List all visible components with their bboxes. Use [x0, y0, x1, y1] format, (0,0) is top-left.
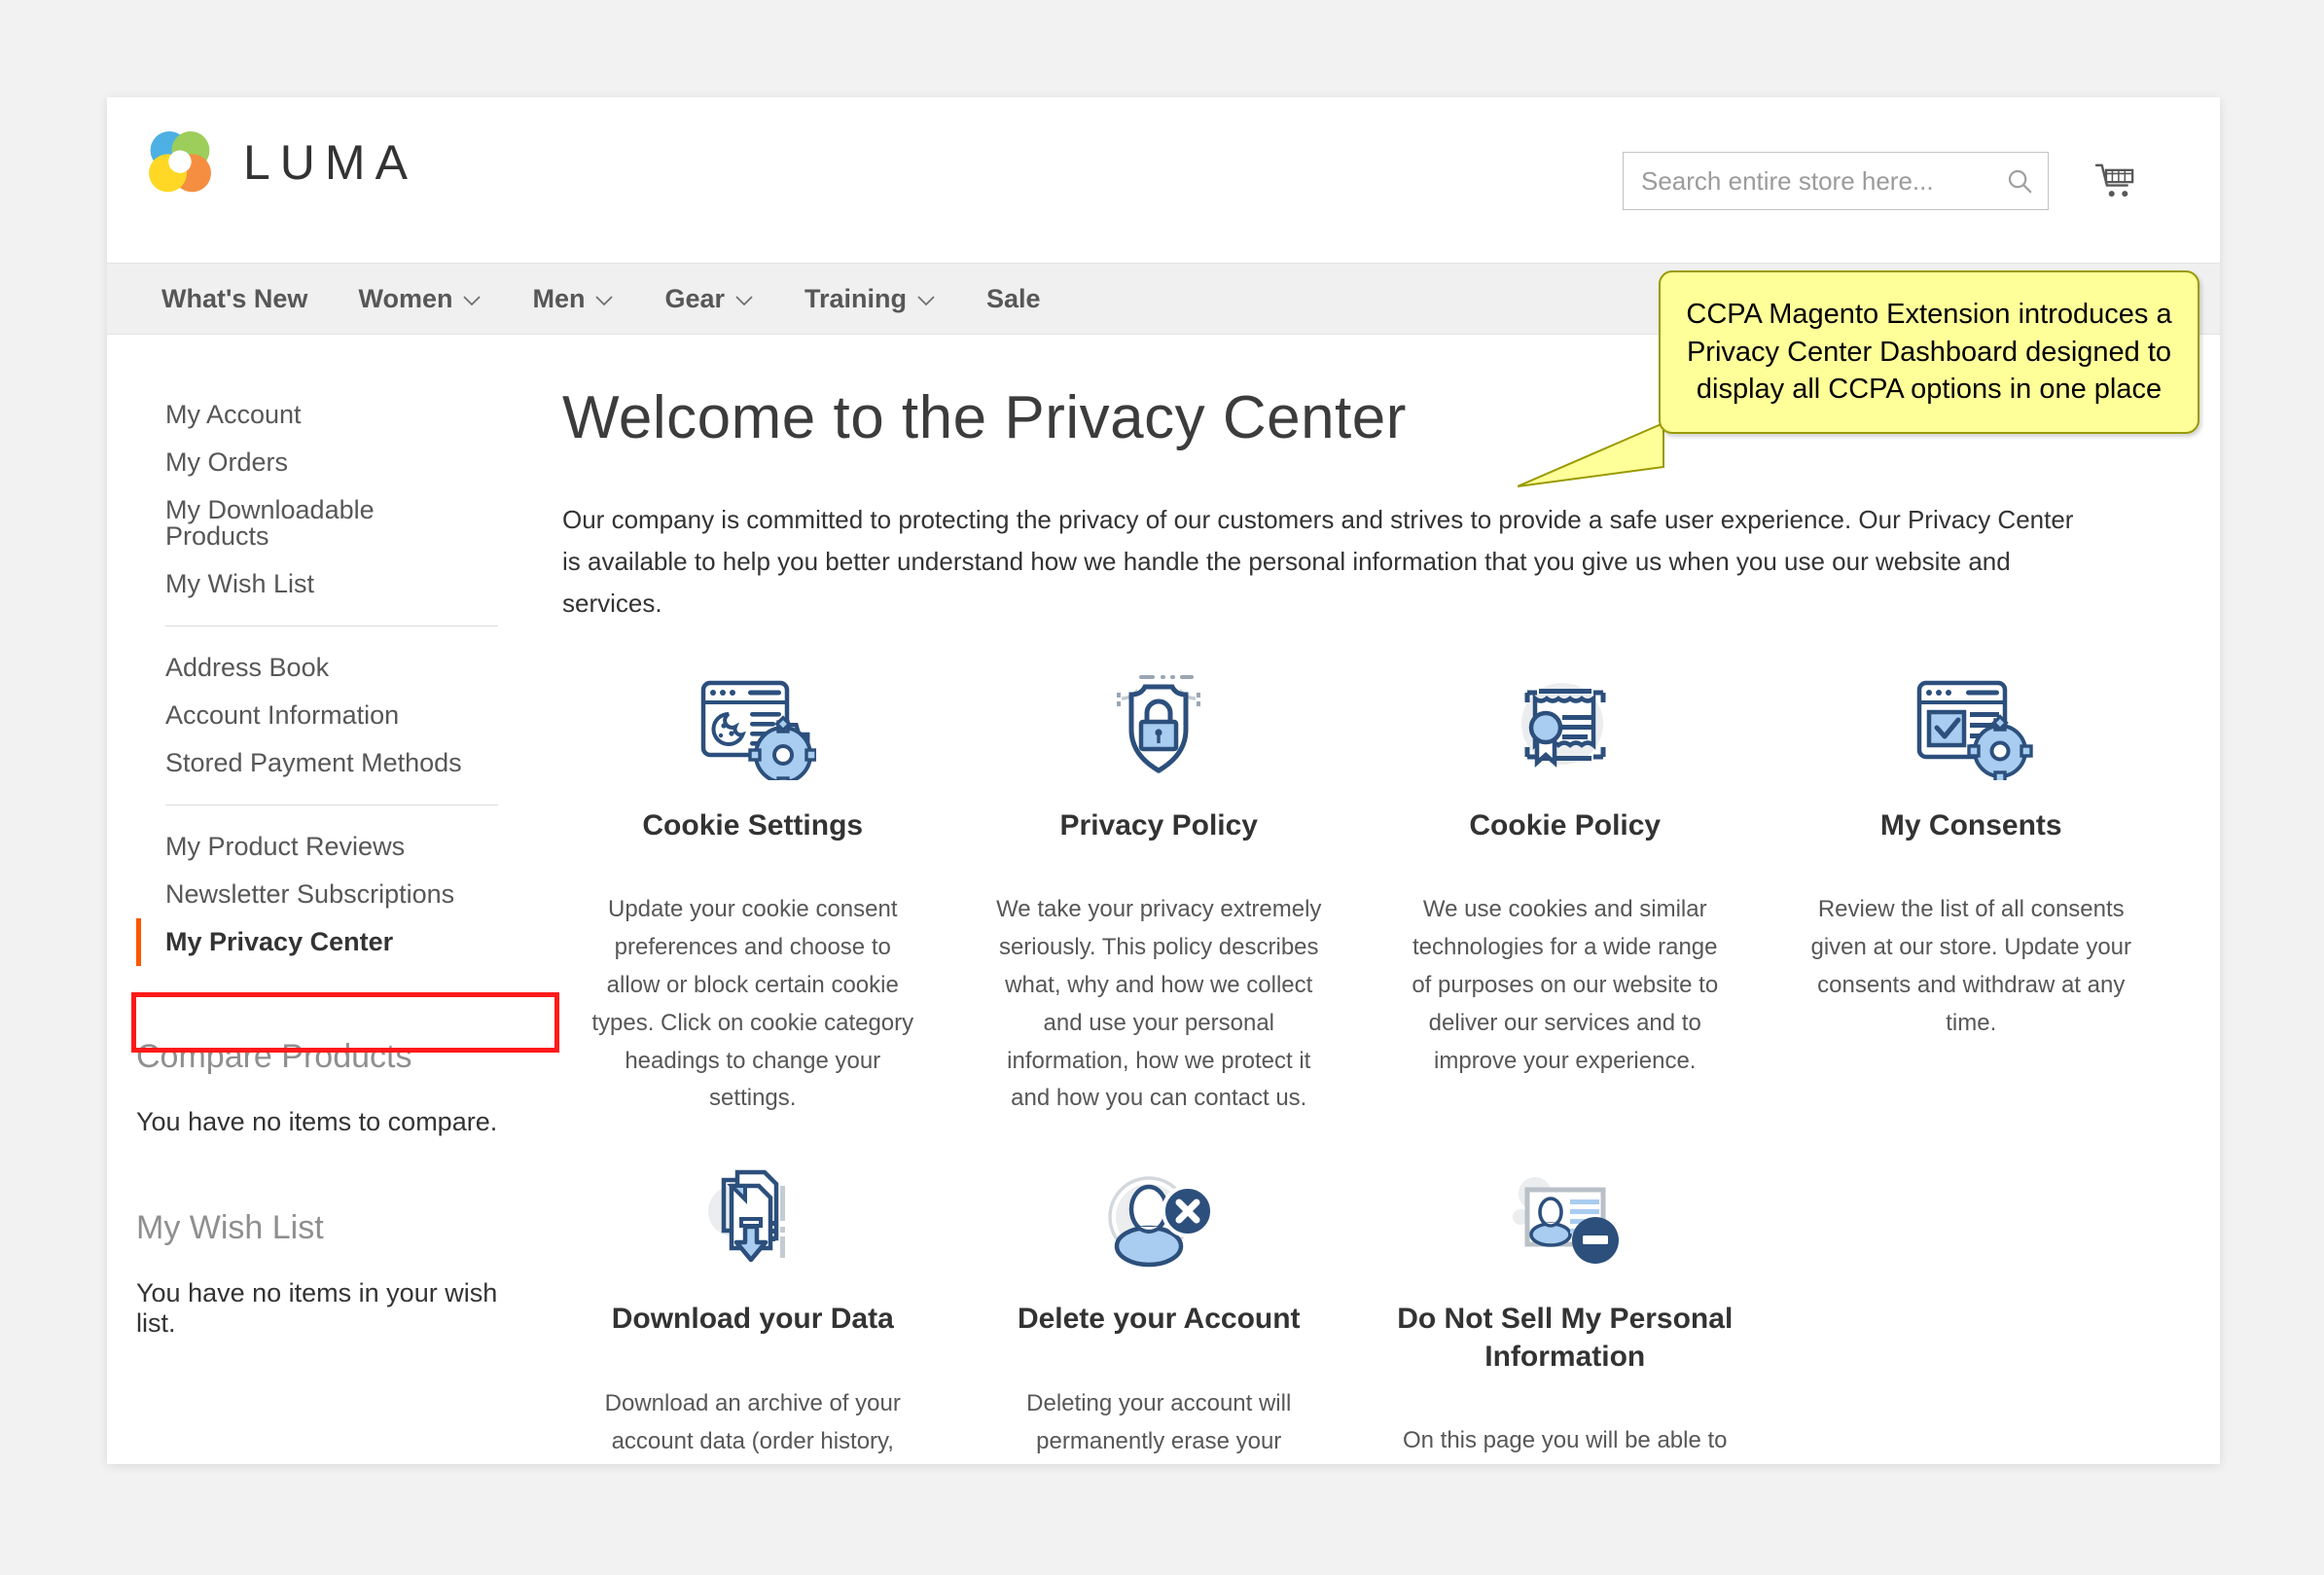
site-header: LUMA — [107, 97, 2220, 263]
privacy-card-cookie-policy[interactable]: Cookie Policy We use cookies and similar… — [1375, 669, 1756, 1119]
sidebar-group-account: My Account My Orders My Downloadable Pro… — [136, 391, 498, 608]
compare-products-empty-text: You have no items to compare. — [136, 1107, 498, 1136]
nav-label: What's New — [161, 283, 308, 313]
sidebar-item-my-orders[interactable]: My Orders — [136, 439, 498, 486]
privacy-card-desc: Deleting your account will permanently e… — [1026, 1389, 1292, 1454]
logo[interactable]: LUMA — [142, 125, 417, 200]
privacy-card-title: Delete your Account — [1017, 1303, 1301, 1336]
delete-account-icon — [1090, 1163, 1227, 1275]
privacy-option-grid: Cookie Settings Update your cookie conse… — [562, 669, 2162, 1464]
sidebar-item-newsletter-subscriptions[interactable]: Newsletter Subscriptions — [136, 871, 498, 918]
chevron-down-icon — [734, 284, 754, 314]
sidebar-item-my-product-reviews[interactable]: My Product Reviews — [136, 823, 498, 871]
privacy-card-title: Cookie Policy — [1469, 808, 1662, 841]
privacy-card-do-not-sell[interactable]: Do Not Sell My Personal Information On t… — [1375, 1163, 1756, 1464]
cookie-settings-icon — [685, 669, 821, 782]
search-box[interactable] — [1623, 152, 2049, 210]
nav-item-women[interactable]: Women — [333, 263, 507, 335]
wishlist-title: My Wish List — [136, 1209, 324, 1246]
wishlist-block: My Wish List You have no items in your w… — [136, 1209, 543, 1339]
privacy-policy-shield-icon — [1090, 669, 1227, 782]
privacy-center-main: Welcome to the Privacy Center Our compan… — [543, 335, 2220, 1464]
privacy-card-title: Cookie Settings — [642, 808, 864, 841]
privacy-card-privacy-policy[interactable]: Privacy Policy We take your privacy extr… — [969, 669, 1350, 1119]
privacy-card-title: Privacy Policy — [1059, 808, 1258, 841]
nav-item-whats-new[interactable]: What's New — [136, 263, 333, 335]
account-sidebar: My Account My Orders My Downloadable Pro… — [107, 335, 543, 1464]
sidebar-item-my-privacy-center[interactable]: My Privacy Center — [136, 918, 498, 966]
privacy-card-my-consents[interactable]: My Consents Review the list of all conse… — [1781, 669, 2163, 1119]
cart-button[interactable] — [2088, 154, 2144, 210]
search-input[interactable] — [1624, 165, 1991, 197]
cookie-policy-certificate-icon — [1497, 669, 1633, 782]
logo-text: LUMA — [243, 135, 417, 190]
nav-item-men[interactable]: Men — [507, 263, 639, 335]
chevron-down-icon — [594, 284, 614, 314]
chevron-down-icon — [916, 284, 936, 314]
privacy-card-desc: Update your cookie consent preferences a… — [591, 896, 914, 1112]
nav-label: Men — [532, 283, 586, 313]
nav-item-gear[interactable]: Gear — [639, 263, 779, 335]
nav-label: Gear — [664, 283, 726, 313]
sidebar-item-my-account[interactable]: My Account — [136, 391, 498, 439]
privacy-card-title: My Consents — [1879, 808, 2062, 841]
compare-products-title: Compare Products — [136, 1038, 412, 1075]
sidebar-item-stored-payment-methods[interactable]: Stored Payment Methods — [136, 739, 498, 787]
privacy-card-cookie-settings[interactable]: Cookie Settings Update your cookie conse… — [562, 669, 944, 1119]
my-consents-icon — [1903, 669, 2039, 782]
wishlist-empty-text: You have no items in your wish list. — [136, 1278, 498, 1338]
annotation-callout: CCPA Magento Extension introduces a Priv… — [1659, 270, 2199, 434]
nav-label: Sale — [986, 283, 1041, 313]
sidebar-group-profile: Address Book Account Information Stored … — [136, 644, 498, 787]
privacy-card-desc: We take your privacy extremely seriously… — [996, 896, 1322, 1112]
search-icon[interactable] — [1991, 153, 2048, 209]
sidebar-item-account-information[interactable]: Account Information — [136, 692, 498, 739]
sidebar-group-other: My Product Reviews Newsletter Subscripti… — [136, 823, 498, 966]
privacy-card-desc: Download an archive of your account data… — [604, 1389, 901, 1454]
nav-label: Training — [804, 283, 908, 313]
intro-paragraph: Our company is committed to protecting t… — [562, 505, 2074, 618]
chevron-down-icon — [462, 284, 482, 314]
nav-item-training[interactable]: Training — [779, 263, 961, 335]
luma-flower-logo-icon — [149, 131, 211, 193]
privacy-card-title: Do Not Sell My Personal Information — [1397, 1303, 1734, 1373]
page-body: My Account My Orders My Downloadable Pro… — [107, 335, 2220, 1464]
privacy-card-title: Download your Data — [611, 1303, 894, 1336]
download-data-icon — [685, 1163, 821, 1275]
screenshot-root: LUMA Search entire store here... What's … — [0, 0, 2324, 1575]
sidebar-item-my-wish-list[interactable]: My Wish List — [136, 560, 498, 608]
privacy-card-download-your-data[interactable]: Download your Data Download an archive o… — [562, 1163, 944, 1464]
sidebar-item-address-book[interactable]: Address Book — [136, 644, 498, 692]
privacy-card-desc: Review the list of all consents given at… — [1810, 896, 2132, 1036]
search-glyph — [2008, 169, 2032, 194]
nav-item-sale[interactable]: Sale — [961, 263, 1066, 335]
shopping-cart-icon — [2094, 163, 2134, 197]
privacy-card-delete-your-account[interactable]: Delete your Account Deleting your accoun… — [969, 1163, 1350, 1464]
sidebar-item-my-downloadable-products[interactable]: My Downloadable Products — [136, 486, 498, 560]
privacy-card-desc: On this page you will be able to opt-out… — [1402, 1427, 1728, 1454]
compare-products-block: Compare Products You have no items to co… — [136, 1038, 543, 1137]
privacy-card-desc: We use cookies and similar technologies … — [1412, 896, 1719, 1074]
do-not-sell-icon — [1497, 1163, 1633, 1275]
nav-label: Women — [358, 283, 453, 313]
